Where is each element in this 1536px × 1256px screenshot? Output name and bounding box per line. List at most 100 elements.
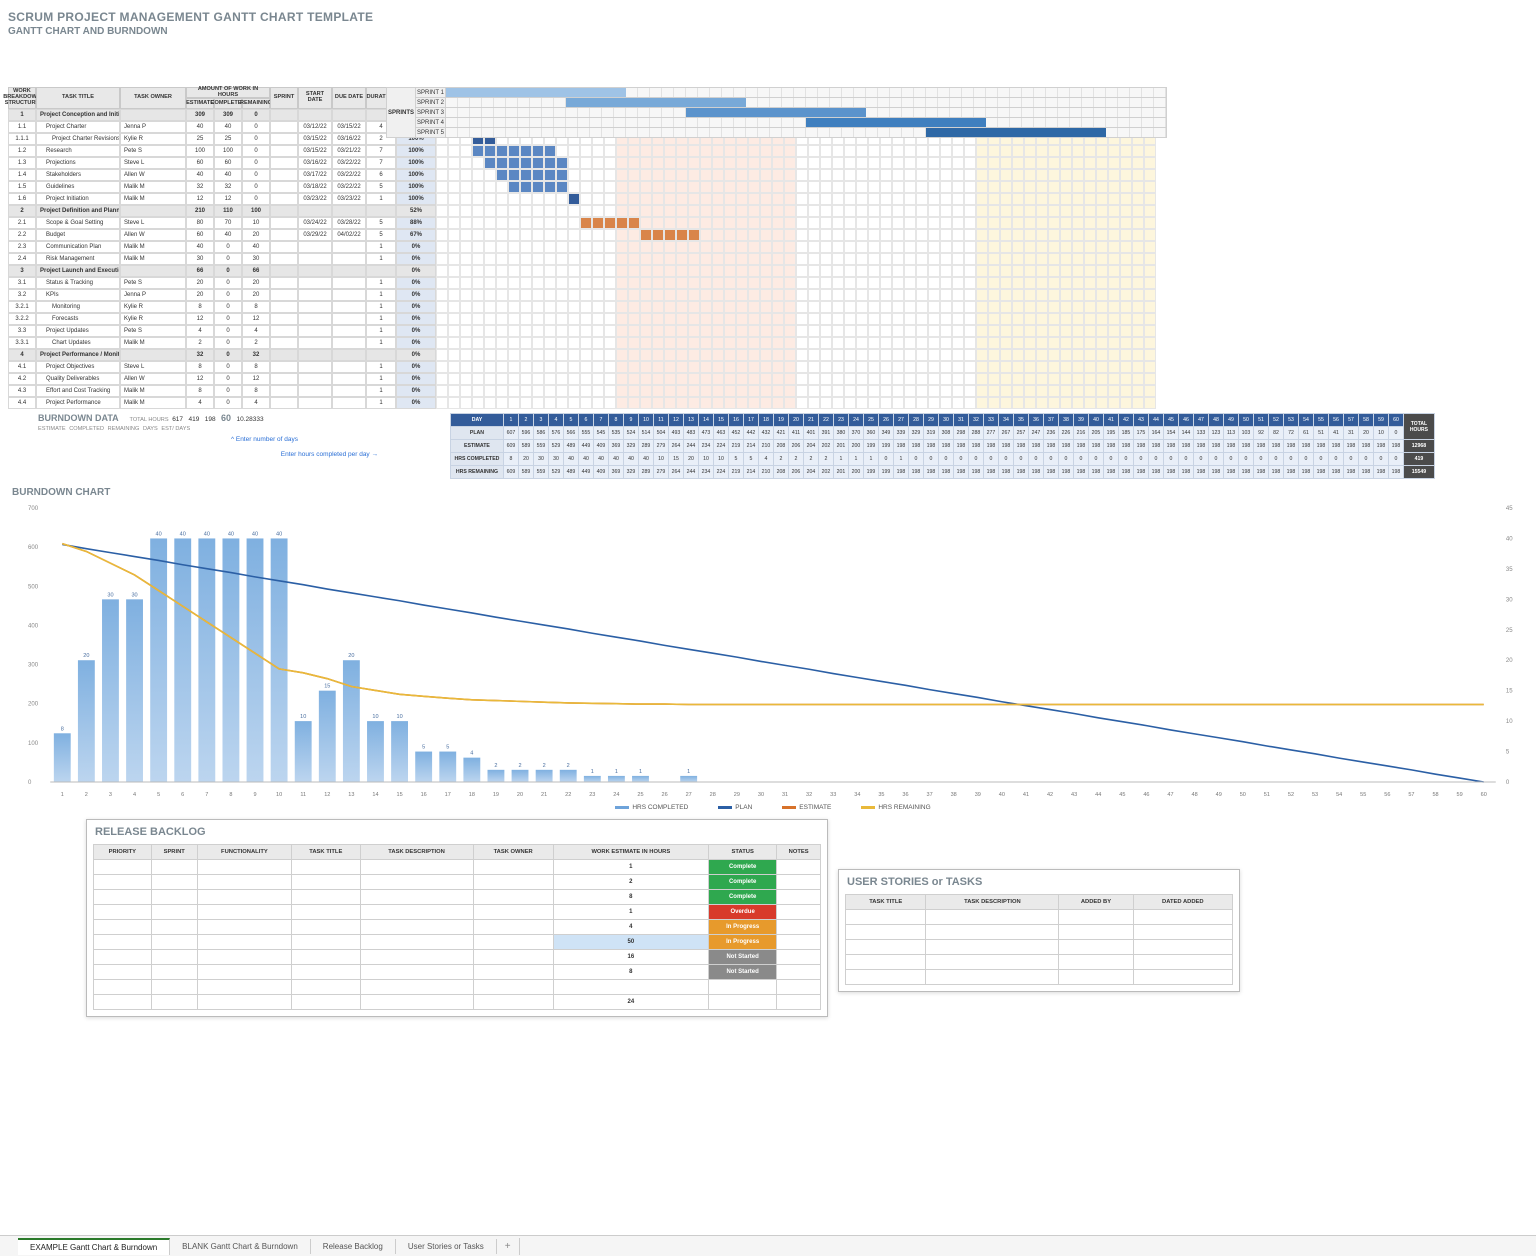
svg-text:27: 27 xyxy=(686,792,692,798)
svg-text:2: 2 xyxy=(85,792,88,798)
user-stories-inset: USER STORIES or TASKS TASK TITLETASK DES… xyxy=(838,869,1240,992)
svg-text:23: 23 xyxy=(589,792,595,798)
sheet-tabs[interactable]: EXAMPLE Gantt Chart & BurndownBLANK Gant… xyxy=(0,1235,1536,1256)
svg-text:8: 8 xyxy=(61,726,64,732)
svg-text:13: 13 xyxy=(348,792,354,798)
task-row[interactable]: 2Project Definition and Planning21011010… xyxy=(8,205,1528,217)
task-row[interactable]: 3Project Launch and Execution660660% xyxy=(8,265,1528,277)
svg-text:30: 30 xyxy=(758,792,764,798)
svg-text:10: 10 xyxy=(372,714,378,720)
burndown-chart-title: BURNDOWN CHART xyxy=(12,487,1528,498)
svg-text:2: 2 xyxy=(518,763,521,769)
svg-text:2: 2 xyxy=(567,763,570,769)
svg-text:31: 31 xyxy=(782,792,788,798)
svg-text:8: 8 xyxy=(229,792,232,798)
svg-text:15: 15 xyxy=(1506,689,1513,695)
task-row[interactable]: 3.3Project UpdatesPete S40410% xyxy=(8,325,1528,337)
svg-text:52: 52 xyxy=(1288,792,1294,798)
svg-text:5: 5 xyxy=(446,745,449,751)
sheet-tab[interactable]: EXAMPLE Gantt Chart & Burndown xyxy=(18,1238,170,1255)
task-row[interactable]: 1.4StakeholdersAllen W4040003/17/2203/22… xyxy=(8,169,1528,181)
task-row[interactable]: 3.2.1MonitoringKylie R80810% xyxy=(8,301,1528,313)
task-row[interactable]: 1.3ProjectionsSteve L6060003/16/2203/22/… xyxy=(8,157,1528,169)
svg-text:500: 500 xyxy=(28,584,39,590)
chart-legend: HRS COMPLETEDPLANESTIMATEHRS REMAINING xyxy=(8,804,1528,811)
svg-text:10: 10 xyxy=(1506,719,1513,725)
page-subtitle: GANTT CHART AND BURNDOWN xyxy=(8,26,1528,37)
svg-text:55: 55 xyxy=(1360,792,1366,798)
svg-text:44: 44 xyxy=(1095,792,1101,798)
svg-text:43: 43 xyxy=(1071,792,1077,798)
svg-text:100: 100 xyxy=(28,741,39,747)
svg-text:400: 400 xyxy=(28,623,39,629)
svg-text:29: 29 xyxy=(734,792,740,798)
task-row[interactable]: 4Project Performance / Monitoring320320% xyxy=(8,349,1528,361)
svg-text:36: 36 xyxy=(902,792,908,798)
task-row[interactable]: 4.2Quality DeliverablesAllen W1201210% xyxy=(8,373,1528,385)
svg-text:15: 15 xyxy=(324,684,330,690)
svg-text:6: 6 xyxy=(181,792,184,798)
svg-text:4: 4 xyxy=(470,751,473,757)
svg-text:1: 1 xyxy=(61,792,64,798)
svg-text:40: 40 xyxy=(180,531,186,537)
backlog-table[interactable]: PRIORITYSPRINTFUNCTIONALITYTASK TITLETAS… xyxy=(93,844,821,1010)
svg-text:46: 46 xyxy=(1143,792,1149,798)
page-title: SCRUM PROJECT MANAGEMENT GANTT CHART TEM… xyxy=(8,10,1528,24)
svg-text:24: 24 xyxy=(613,792,619,798)
task-row[interactable]: 3.2KPIsJenna P2002010% xyxy=(8,289,1528,301)
svg-text:0: 0 xyxy=(1506,780,1510,786)
svg-text:17: 17 xyxy=(445,792,451,798)
task-row[interactable]: 2.3Communication PlanMalik M4004010% xyxy=(8,241,1528,253)
svg-text:1: 1 xyxy=(687,769,690,775)
gantt-area: SPRINTSSPRINT 1SPRINT 2SPRINT 3SPRINT 4S… xyxy=(8,87,1528,409)
svg-text:57: 57 xyxy=(1408,792,1414,798)
svg-text:47: 47 xyxy=(1167,792,1173,798)
svg-text:54: 54 xyxy=(1336,792,1342,798)
svg-text:34: 34 xyxy=(854,792,860,798)
svg-text:37: 37 xyxy=(927,792,933,798)
sheet-tab[interactable]: BLANK Gantt Chart & Burndown xyxy=(170,1239,311,1254)
svg-text:39: 39 xyxy=(975,792,981,798)
svg-text:30: 30 xyxy=(1506,597,1513,603)
task-row[interactable]: 1.2ResearchPete S100100003/15/2203/21/22… xyxy=(8,145,1528,157)
svg-text:21: 21 xyxy=(541,792,547,798)
sheet-tab[interactable]: User Stories or Tasks xyxy=(396,1239,497,1254)
add-sheet-button[interactable]: + xyxy=(497,1238,520,1255)
task-row[interactable]: 3.3.1Chart UpdatesMalik M20210% xyxy=(8,337,1528,349)
svg-text:40: 40 xyxy=(228,531,234,537)
svg-text:10: 10 xyxy=(300,714,306,720)
svg-text:16: 16 xyxy=(421,792,427,798)
svg-text:22: 22 xyxy=(565,792,571,798)
svg-text:15: 15 xyxy=(396,792,402,798)
task-row[interactable]: 3.1Status & TrackingPete S2002010% xyxy=(8,277,1528,289)
task-row[interactable]: 4.3Effort and Cost TrackingMalik M80810% xyxy=(8,385,1528,397)
svg-text:11: 11 xyxy=(300,792,306,798)
svg-text:2: 2 xyxy=(543,763,546,769)
task-row[interactable]: 3.2.2ForecastsKylie R1201210% xyxy=(8,313,1528,325)
svg-text:200: 200 xyxy=(28,702,39,708)
task-row[interactable]: 1.5GuidelinesMalik M3232003/18/2203/22/2… xyxy=(8,181,1528,193)
task-row[interactable]: 4.1Project ObjectivesSteve L80810% xyxy=(8,361,1528,373)
svg-text:60: 60 xyxy=(1481,792,1487,798)
stories-table[interactable]: TASK TITLETASK DESCRIPTIONADDED BYDATED … xyxy=(845,894,1233,985)
svg-text:300: 300 xyxy=(28,663,39,669)
svg-text:30: 30 xyxy=(107,592,113,598)
svg-text:58: 58 xyxy=(1432,792,1438,798)
svg-text:28: 28 xyxy=(710,792,716,798)
svg-text:25: 25 xyxy=(1506,628,1513,634)
svg-text:2: 2 xyxy=(494,763,497,769)
svg-text:33: 33 xyxy=(830,792,836,798)
task-row[interactable]: 2.1Scope & Goal SettingSteve L80701003/2… xyxy=(8,217,1528,229)
task-row[interactable]: 4.4Project PerformanceMalik M40410% xyxy=(8,397,1528,409)
task-row[interactable]: 2.4Risk ManagementMalik M3003010% xyxy=(8,253,1528,265)
svg-text:40: 40 xyxy=(1506,536,1513,542)
svg-text:12: 12 xyxy=(324,792,330,798)
enter-hours-hint: Enter hours completed per day → xyxy=(38,451,378,458)
svg-text:51: 51 xyxy=(1264,792,1270,798)
svg-text:3: 3 xyxy=(109,792,112,798)
release-backlog-inset: RELEASE BACKLOG PRIORITYSPRINTFUNCTIONAL… xyxy=(86,819,828,1017)
svg-text:38: 38 xyxy=(951,792,957,798)
task-row[interactable]: 2.2BudgetAllen W60402003/29/2204/02/2256… xyxy=(8,229,1528,241)
task-row[interactable]: 1.6Project InitiationMalik M1212003/23/2… xyxy=(8,193,1528,205)
sheet-tab[interactable]: Release Backlog xyxy=(311,1239,396,1254)
